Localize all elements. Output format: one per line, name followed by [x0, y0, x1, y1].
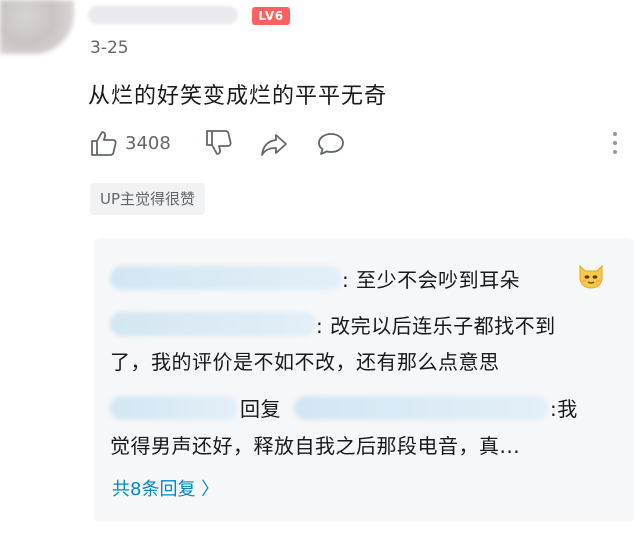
reply-text: : 至少不会吵到耳朵 [342, 268, 521, 292]
cat-emoji-icon [579, 264, 603, 289]
avatar[interactable] [0, 0, 74, 54]
reply-username-redacted[interactable] [110, 396, 238, 420]
reply-text: :我 [550, 397, 578, 421]
like-count: 3408 [125, 133, 171, 154]
share-icon[interactable] [259, 129, 289, 159]
view-all-replies-link[interactable]: 共8条回复 〉 [112, 475, 219, 501]
reply-bubble-icon[interactable] [316, 129, 346, 159]
comment-date: 3-25 [90, 38, 129, 58]
thumbs-down-icon[interactable] [203, 128, 233, 158]
comment-text: 从烂的好笑变成烂的平平无奇 [88, 84, 388, 109]
reply-to-label: 回复 [240, 397, 281, 421]
reply-username-redacted[interactable] [110, 266, 342, 290]
reply-text: 觉得男声还好，释放自我之后那段电音，真... [110, 434, 521, 458]
more-vertical-icon[interactable] [607, 128, 623, 158]
reply-text: : 改完以后连乐子都找不到 [316, 314, 556, 338]
up-liked-tag: UP主觉得很赞 [90, 183, 206, 215]
thumbs-up-icon[interactable] [88, 128, 118, 158]
username-redacted[interactable] [88, 6, 238, 24]
level-badge: LV6 [252, 7, 290, 25]
reply-text: 了，我的评价是不如不改，还有那么点意思 [110, 350, 500, 374]
reply-target-username-redacted[interactable] [294, 396, 548, 420]
replies-preview[interactable]: : 至少不会吵到耳朵 : 改完以后连乐子都找不到 了，我的评价是不如不改，还有那… [94, 238, 634, 522]
reply-username-redacted[interactable] [110, 312, 316, 336]
